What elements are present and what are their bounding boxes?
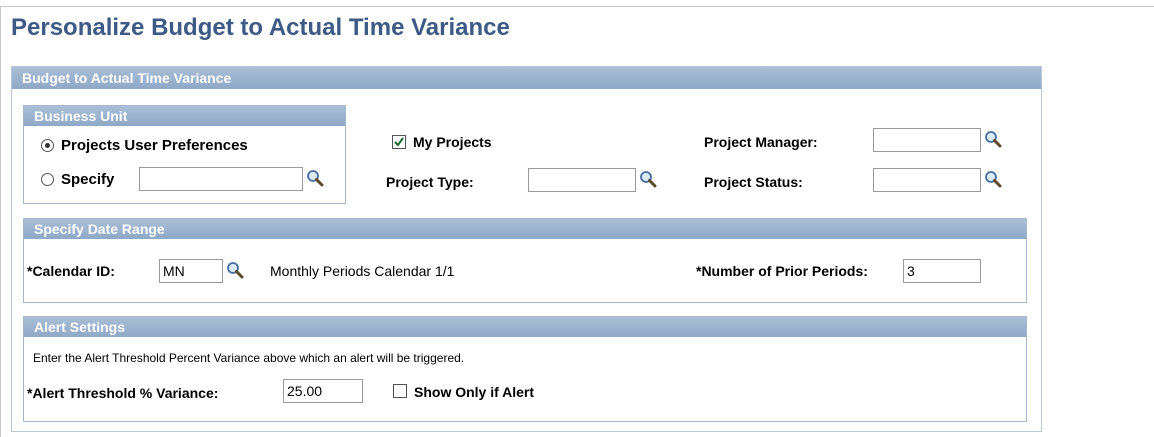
- specify-business-unit-input[interactable]: [139, 167, 303, 191]
- project-status-input[interactable]: [873, 168, 981, 192]
- checkmark-icon: [394, 137, 404, 147]
- project-status-lookup-icon[interactable]: [984, 170, 1002, 188]
- my-projects-checkbox[interactable]: [392, 135, 406, 149]
- frame-top-rule: [0, 6, 1154, 7]
- project-manager-lookup-icon[interactable]: [984, 130, 1002, 148]
- show-only-if-alert-label[interactable]: Show Only if Alert: [414, 384, 534, 400]
- project-status-label: Project Status:: [704, 174, 803, 190]
- my-projects-label[interactable]: My Projects: [413, 134, 492, 150]
- alert-settings-group: Alert Settings Enter the Alert Threshold…: [23, 316, 1027, 422]
- project-type-label: Project Type:: [386, 174, 474, 190]
- project-manager-input[interactable]: [873, 128, 981, 152]
- project-type-input[interactable]: [528, 168, 636, 192]
- alert-threshold-label: *Alert Threshold % Variance:: [27, 385, 219, 401]
- business-unit-group: Business Unit Projects User Preferences …: [23, 105, 346, 204]
- calendar-description: Monthly Periods Calendar 1/1: [270, 263, 455, 279]
- alert-settings-header: Alert Settings: [24, 317, 1026, 337]
- alert-threshold-input[interactable]: [283, 379, 363, 403]
- project-manager-label: Project Manager:: [704, 134, 818, 150]
- alert-instruction: Enter the Alert Threshold Percent Varian…: [33, 351, 465, 365]
- calendar-id-label: *Calendar ID:: [27, 263, 115, 279]
- projects-user-preferences-label[interactable]: Projects User Preferences: [61, 137, 248, 154]
- specify-label[interactable]: Specify: [61, 171, 114, 188]
- page-title: Personalize Budget to Actual Time Varian…: [11, 14, 510, 41]
- calendar-id-input[interactable]: [159, 259, 223, 283]
- business-unit-header: Business Unit: [24, 106, 345, 126]
- specify-lookup-icon[interactable]: [306, 169, 324, 187]
- projects-user-preferences-radio[interactable]: [41, 139, 54, 152]
- date-range-group: Specify Date Range *Calendar ID: Monthly…: [23, 218, 1027, 303]
- calendar-id-lookup-icon[interactable]: [226, 261, 244, 279]
- date-range-header: Specify Date Range: [24, 219, 1026, 239]
- specify-radio[interactable]: [41, 173, 54, 186]
- frame-left-rule: [0, 6, 1, 437]
- project-type-lookup-icon[interactable]: [639, 170, 657, 188]
- prior-periods-label: *Number of Prior Periods:: [696, 263, 868, 279]
- panel-header: Budget to Actual Time Variance: [12, 67, 1041, 89]
- show-only-if-alert-checkbox[interactable]: [393, 384, 407, 398]
- budget-variance-panel: Budget to Actual Time Variance Business …: [11, 66, 1042, 432]
- prior-periods-input[interactable]: [903, 259, 981, 283]
